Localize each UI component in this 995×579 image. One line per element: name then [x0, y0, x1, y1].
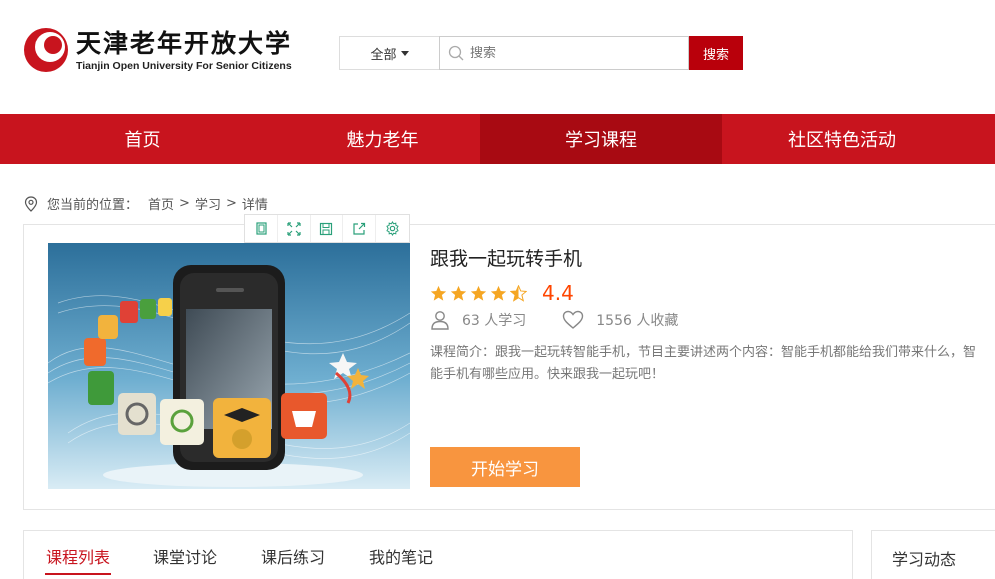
share-icon: [353, 222, 366, 235]
learners-stat: 63 人学习: [430, 310, 526, 330]
breadcrumb-prefix: 您当前的位置：: [47, 198, 139, 213]
fullscreen-icon: [287, 221, 301, 236]
location-pin-icon: [24, 195, 38, 212]
course-cover-image[interactable]: [48, 243, 410, 489]
breadcrumb-separator: >: [225, 196, 237, 211]
university-emblem-icon: [24, 28, 68, 72]
star-full-icon: [430, 285, 447, 301]
course-intro: 课程简介：跟我一起玩转智能手机，节目主要讲述两个内容：智能手机都能给我们带来什么…: [430, 345, 977, 382]
tab-my-notes[interactable]: 我的笔记: [369, 544, 433, 568]
nav-item-community-activities[interactable]: 社区特色活动: [722, 114, 962, 164]
search-bar: 全部 搜索: [339, 36, 743, 70]
settings-icon: [386, 221, 399, 236]
logo-chinese-name: 天津老年开放大学: [76, 28, 293, 58]
search-icon: [448, 45, 464, 61]
breadcrumb-current: 详情: [241, 198, 268, 213]
favorites-count: 1556 人收藏: [596, 313, 679, 329]
start-learning-button[interactable]: 开始学习: [430, 447, 580, 487]
search-button[interactable]: 搜索: [689, 36, 743, 70]
search-input[interactable]: [470, 45, 670, 61]
star-half-icon: [510, 284, 527, 302]
course-tabs-panel: [23, 530, 853, 579]
heart-icon: [563, 310, 584, 329]
copy-button[interactable]: [245, 215, 278, 242]
favorites-stat[interactable]: 1556 人收藏: [562, 310, 678, 330]
nav-item-courses[interactable]: 学习课程: [480, 114, 722, 164]
settings-button[interactable]: [376, 215, 409, 242]
share-button[interactable]: [343, 215, 377, 242]
user-icon: [431, 311, 449, 330]
breadcrumb-link-study[interactable]: 学习: [195, 194, 221, 213]
tab-course-list[interactable]: 课程列表: [46, 544, 110, 568]
smartphone-apps-illustration: [48, 243, 410, 489]
breadcrumb-link-home[interactable]: 首页: [148, 194, 174, 213]
study-activity-title: 学习动态: [892, 550, 957, 569]
tab-class-discussion[interactable]: 课堂讨论: [153, 544, 217, 568]
copy-icon: [256, 221, 267, 235]
main-nav: 首页 魅力老年 学习课程 社区特色活动: [0, 114, 995, 164]
page-toolbar: [244, 214, 410, 243]
search-category-select[interactable]: 全部: [339, 36, 439, 70]
logo-english-name: Tianjin Open University For Senior Citiz…: [76, 59, 292, 72]
active-tab-indicator: [45, 573, 111, 575]
rating: 4.4: [430, 281, 574, 305]
nav-item-senior-charm[interactable]: 魅力老年: [285, 114, 480, 164]
search-field[interactable]: [439, 36, 689, 70]
breadcrumb: 您当前的位置： 首页 > 学习 > 详情: [24, 194, 268, 213]
fullscreen-button[interactable]: [278, 215, 311, 242]
course-title: 跟我一起玩转手机: [430, 248, 583, 270]
search-category-label: 全部: [370, 47, 397, 63]
site-logo[interactable]: 天津老年开放大学 Tianjin Open University For Sen…: [22, 26, 292, 74]
star-full-icon: [490, 285, 507, 301]
tab-homework[interactable]: 课后练习: [261, 544, 325, 568]
star-full-icon: [470, 285, 487, 301]
nav-item-home[interactable]: 首页: [0, 114, 285, 164]
save-icon: [320, 222, 333, 235]
learners-count: 63 人学习: [462, 313, 527, 329]
star-full-icon: [450, 285, 467, 301]
breadcrumb-separator: >: [179, 196, 190, 211]
chevron-down-icon: [400, 50, 409, 56]
course-stats: 63 人学习 1556 人收藏: [430, 310, 714, 330]
save-button[interactable]: [311, 215, 344, 242]
rating-score: 4.4: [542, 281, 574, 305]
